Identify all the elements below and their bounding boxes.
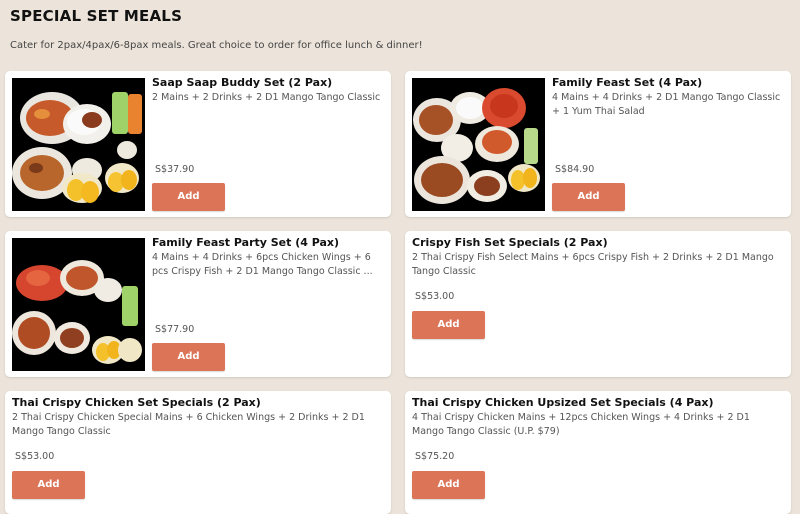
item-title: Saap Saap Buddy Set (2 Pax) [152,76,333,89]
menu-item-card[interactable]: Family Feast Party Set (4 Pax) 4 Mains +… [5,231,391,377]
item-title: Family Feast Set (4 Pax) [552,76,703,89]
item-title: Thai Crispy Chicken Set Specials (2 Pax) [12,396,261,409]
section-description: Cater for 2pax/4pax/6-8pax meals. Great … [10,40,423,51]
food-image[interactable] [12,238,145,371]
menu-item-card[interactable]: Family Feast Set (4 Pax) 4 Mains + 4 Dri… [405,71,791,217]
item-description: 4 Mains + 4 Drinks + 2 D1 Mango Tango Cl… [552,92,781,117]
menu-item-card[interactable]: Thai Crispy Chicken Set Specials (2 Pax)… [5,391,391,514]
item-description: 4 Thai Crispy Chicken Mains + 12pcs Chic… [412,412,750,437]
item-description: 2 Thai Crispy Fish Select Mains + 6pcs C… [412,252,774,277]
add-button[interactable]: Add [12,471,85,499]
item-price: S$84.90 [555,164,595,175]
menu-item-card[interactable]: Saap Saap Buddy Set (2 Pax) 2 Mains + 2 … [5,71,391,217]
food-image[interactable] [12,78,145,211]
item-price: S$75.20 [415,451,455,462]
item-price: S$53.00 [415,291,455,302]
item-title: Thai Crispy Chicken Upsized Set Specials… [412,396,714,409]
add-button[interactable]: Add [552,183,625,211]
item-description: 2 Mains + 2 Drinks + 2 D1 Mango Tango Cl… [152,92,381,103]
item-description: 4 Mains + 4 Drinks + 6pcs Chicken Wings … [152,252,373,277]
item-description: 2 Thai Crispy Chicken Special Mains + 6 … [12,412,365,437]
menu-item-card[interactable]: Crispy Fish Set Specials (2 Pax) 2 Thai … [405,231,791,377]
add-button[interactable]: Add [412,471,485,499]
add-button[interactable]: Add [412,311,485,339]
item-price: S$37.90 [155,164,195,175]
add-button[interactable]: Add [152,183,225,211]
item-title: Family Feast Party Set (4 Pax) [152,236,340,249]
menu-item-card[interactable]: Thai Crispy Chicken Upsized Set Specials… [405,391,791,514]
item-title: Crispy Fish Set Specials (2 Pax) [412,236,608,249]
add-button[interactable]: Add [152,343,225,371]
food-image[interactable] [412,78,545,211]
item-price: S$53.00 [15,451,55,462]
item-price: S$77.90 [155,324,195,335]
section-title: SPECIAL SET MEALS [10,7,183,25]
